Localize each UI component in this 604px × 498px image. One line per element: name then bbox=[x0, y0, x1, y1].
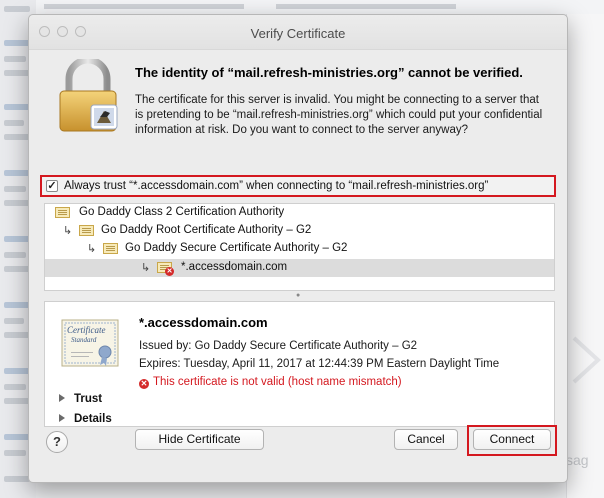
title-bar: Verify Certificate bbox=[29, 15, 567, 50]
certificate-icon bbox=[103, 243, 118, 254]
expiry-date: Expires: Tuesday, April 11, 2017 at 12:4… bbox=[139, 358, 500, 370]
hide-certificate-button[interactable]: Hide Certificate bbox=[135, 429, 264, 450]
background-arrow-icon bbox=[572, 336, 601, 384]
chain-item-label: Go Daddy Secure Certificate Authority – … bbox=[125, 242, 348, 254]
dialog-headline: The identity of “mail.refresh-ministries… bbox=[135, 65, 523, 80]
chain-item-issuer[interactable]: ↳ Go Daddy Secure Certificate Authority … bbox=[45, 240, 554, 258]
background-message-text bbox=[36, 0, 604, 14]
chain-item-label: *.accessdomain.com bbox=[181, 261, 288, 273]
splitter-handle-icon[interactable]: ● bbox=[296, 292, 300, 299]
trust-disclosure[interactable]: Trust bbox=[59, 393, 102, 405]
certificate-chain-tree: Go Daddy Class 2 Certification Authority… bbox=[44, 203, 555, 291]
disclosure-triangle-icon bbox=[59, 414, 65, 422]
help-button[interactable]: ? bbox=[46, 431, 68, 453]
always-trust-label: Always trust “*.accessdomain.com” when c… bbox=[64, 180, 489, 192]
certificate-detail-pane: Certificate Standard *.accessdomain.com … bbox=[44, 301, 555, 427]
certificate-status-text: This certificate is not valid (host name… bbox=[153, 376, 402, 388]
chain-item-root[interactable]: Go Daddy Class 2 Certification Authority bbox=[45, 204, 554, 222]
chain-item-leaf[interactable]: ↳ ✕ *.accessdomain.com bbox=[45, 259, 554, 277]
issued-by: Issued by: Go Daddy Secure Certificate A… bbox=[139, 340, 418, 352]
error-badge-icon: ✕ bbox=[165, 267, 174, 276]
certificate-icon bbox=[79, 225, 94, 236]
security-lock-icon bbox=[59, 59, 118, 132]
background-text-fragment: sag bbox=[566, 452, 589, 468]
chain-item-label: Go Daddy Class 2 Certification Authority bbox=[79, 206, 285, 218]
details-disclosure-label: Details bbox=[74, 413, 112, 425]
cancel-button[interactable]: Cancel bbox=[394, 429, 458, 450]
trust-disclosure-label: Trust bbox=[74, 393, 103, 405]
certificate-name: *.accessdomain.com bbox=[139, 315, 268, 330]
pane-splitter[interactable]: ● bbox=[44, 291, 553, 299]
verify-certificate-dialog: Verify Certificate The identity of “mail… bbox=[28, 14, 568, 483]
dialog-title: Verify Certificate bbox=[250, 26, 346, 41]
background-message-pane bbox=[566, 14, 604, 498]
disclosure-triangle-icon bbox=[59, 394, 65, 402]
invalid-cert-icon: ✕ bbox=[139, 379, 149, 389]
always-trust-option[interactable]: ✓ Always trust “*.accessdomain.com” when… bbox=[40, 175, 556, 197]
details-disclosure[interactable]: Details bbox=[59, 413, 112, 425]
indent-arrow-icon: ↳ bbox=[63, 225, 73, 237]
certificate-image-subtitle: Standard bbox=[71, 336, 97, 344]
connect-button[interactable]: Connect bbox=[473, 429, 551, 450]
dialog-message: The certificate for this server is inval… bbox=[135, 94, 543, 136]
chain-item-intermediate[interactable]: ↳ Go Daddy Root Certificate Authority – … bbox=[45, 222, 554, 240]
indent-arrow-icon: ↳ bbox=[87, 243, 97, 255]
certificate-icon bbox=[55, 207, 70, 218]
chain-item-label: Go Daddy Root Certificate Authority – G2 bbox=[101, 224, 312, 236]
indent-arrow-icon: ↳ bbox=[141, 262, 151, 274]
always-trust-checkbox[interactable]: ✓ bbox=[46, 180, 58, 192]
certificate-image-title: Certificate bbox=[67, 325, 106, 335]
certificate-status: ✕ This certificate is not valid (host nam… bbox=[139, 376, 402, 389]
